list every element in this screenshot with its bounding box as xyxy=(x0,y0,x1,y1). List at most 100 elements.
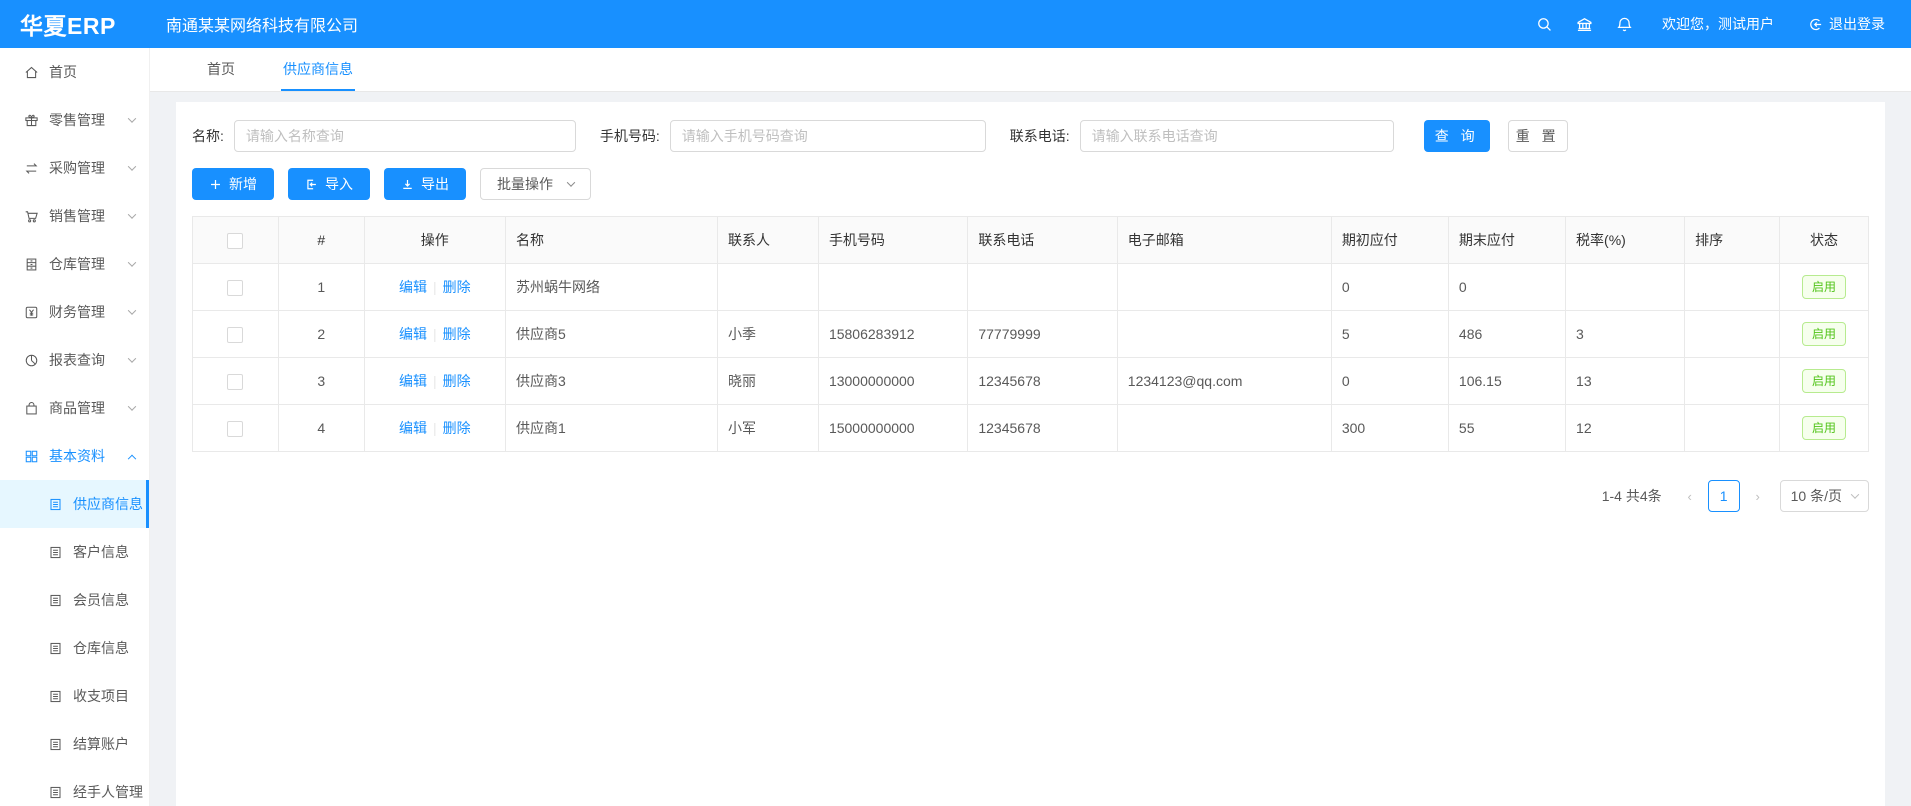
sidebar-subitem-label: 会员信息 xyxy=(73,590,129,610)
search-icon[interactable] xyxy=(1524,0,1564,48)
row-cell xyxy=(818,264,967,311)
sidebar-item-label: 仓库管理 xyxy=(49,254,105,274)
table-row: 1编辑|删除苏州蜗牛网络00启用 xyxy=(193,264,1869,311)
search-button[interactable]: 查 询 xyxy=(1424,120,1490,152)
bank-icon[interactable] xyxy=(1564,0,1604,48)
prev-page-button[interactable]: ‹ xyxy=(1676,481,1704,511)
table-row: 2编辑|删除供应商5小季158062839127777999954863启用 xyxy=(193,311,1869,358)
bag-icon xyxy=(24,401,39,416)
row-checkbox[interactable] xyxy=(227,374,243,390)
row-cell xyxy=(1117,264,1331,311)
header-actions: 欢迎您，测试用户 退出登录 xyxy=(1524,0,1911,48)
content-card: 名称: 手机号码: 联系电话: 查 询 重 置 新增 导入 xyxy=(176,102,1885,806)
delete-link[interactable]: 删除 xyxy=(443,326,471,342)
sidebar-item-home[interactable]: 首页 xyxy=(0,48,149,96)
chevron-down-icon xyxy=(128,114,136,122)
sidebar-subitem[interactable]: 结算账户 xyxy=(0,720,149,768)
sidebar-item-retail[interactable]: 零售管理 xyxy=(0,96,149,144)
edit-link[interactable]: 编辑 xyxy=(399,326,427,342)
edit-link[interactable]: 编辑 xyxy=(399,420,427,436)
action-divider: | xyxy=(433,279,437,295)
sidebar-item-sales[interactable]: 销售管理 xyxy=(0,192,149,240)
delete-link[interactable]: 删除 xyxy=(443,373,471,389)
pie-chart-icon xyxy=(24,353,39,368)
sidebar-item-reports[interactable]: 报表查询 xyxy=(0,336,149,384)
row-cell: 供应商1 xyxy=(505,405,717,452)
action-divider: | xyxy=(433,326,437,342)
reset-button[interactable]: 重 置 xyxy=(1508,120,1568,152)
sidebar-subitem[interactable]: 会员信息 xyxy=(0,576,149,624)
chevron-down-icon xyxy=(128,210,136,218)
row-cell: 1234123@qq.com xyxy=(1117,358,1331,405)
add-button[interactable]: 新增 xyxy=(192,168,274,200)
batch-actions-dropdown[interactable]: 批量操作 xyxy=(480,168,591,200)
gift-icon xyxy=(24,113,39,128)
plus-icon xyxy=(209,178,222,191)
page-number-1[interactable]: 1 xyxy=(1708,480,1740,512)
page-size-select[interactable]: 10 条/页 xyxy=(1780,480,1869,512)
row-cell xyxy=(1566,264,1685,311)
row-actions: 编辑|删除 xyxy=(364,405,505,452)
next-page-button[interactable]: › xyxy=(1744,481,1772,511)
row-checkbox[interactable] xyxy=(227,327,243,343)
row-checkbox[interactable] xyxy=(227,421,243,437)
sidebar-item-basic-data[interactable]: 基本资料 xyxy=(0,432,149,480)
col-end-payable: 期末应付 xyxy=(1448,217,1565,264)
document-icon xyxy=(48,593,63,608)
sidebar-item-products[interactable]: 商品管理 xyxy=(0,384,149,432)
col-contact: 联系人 xyxy=(717,217,818,264)
col-tel: 联系电话 xyxy=(968,217,1117,264)
row-cell: 15000000000 xyxy=(818,405,967,452)
row-cell: 13000000000 xyxy=(818,358,967,405)
sidebar-item-warehouse[interactable]: 仓库管理 xyxy=(0,240,149,288)
toolbar: 新增 导入 导出 批量操作 xyxy=(192,168,1869,200)
col-email: 电子邮箱 xyxy=(1117,217,1331,264)
sidebar-item-label: 财务管理 xyxy=(49,302,105,322)
row-cell: 供应商5 xyxy=(505,311,717,358)
row-cell: 供应商3 xyxy=(505,358,717,405)
import-button[interactable]: 导入 xyxy=(288,168,370,200)
delete-link[interactable]: 删除 xyxy=(443,279,471,295)
export-button[interactable]: 导出 xyxy=(384,168,466,200)
row-cell: 晓丽 xyxy=(717,358,818,405)
sidebar-subitem[interactable]: 供应商信息 xyxy=(0,480,149,528)
table-row: 3编辑|删除供应商3晓丽13000000000123456781234123@q… xyxy=(193,358,1869,405)
import-icon xyxy=(305,178,318,191)
name-filter-label: 名称: xyxy=(192,126,224,146)
sidebar-subitem[interactable]: 仓库信息 xyxy=(0,624,149,672)
col-tax-rate: 税率(%) xyxy=(1566,217,1685,264)
delete-link[interactable]: 删除 xyxy=(443,420,471,436)
row-cell xyxy=(1117,311,1331,358)
sidebar-subitem-label: 经手人管理 xyxy=(73,782,143,802)
sidebar-subitem[interactable]: 经手人管理 xyxy=(0,768,149,806)
row-checkbox[interactable] xyxy=(227,280,243,296)
mobile-filter-input[interactable] xyxy=(670,120,986,152)
select-all-checkbox[interactable] xyxy=(227,233,243,249)
table-row: 4编辑|删除供应商1小军15000000000123456783005512启用 xyxy=(193,405,1869,452)
sidebar-subitem[interactable]: 收支项目 xyxy=(0,672,149,720)
row-cell: 12345678 xyxy=(968,405,1117,452)
row-cell: 106.15 xyxy=(1448,358,1565,405)
tab-supplier-info[interactable]: 供应商信息 xyxy=(281,48,355,91)
edit-link[interactable]: 编辑 xyxy=(399,373,427,389)
edit-link[interactable]: 编辑 xyxy=(399,279,427,295)
row-actions: 编辑|删除 xyxy=(364,358,505,405)
sidebar-item-finance[interactable]: 财务管理 xyxy=(0,288,149,336)
document-icon xyxy=(48,545,63,560)
chevron-down-icon xyxy=(128,258,136,266)
chevron-down-icon xyxy=(567,178,575,186)
bell-icon[interactable] xyxy=(1604,0,1644,48)
sidebar-subitem-label: 收支项目 xyxy=(73,686,129,706)
sidebar-subitem[interactable]: 客户信息 xyxy=(0,528,149,576)
status-badge: 启用 xyxy=(1802,275,1846,299)
money-icon xyxy=(24,305,39,320)
row-cell: 77779999 xyxy=(968,311,1117,358)
row-cell: 55 xyxy=(1448,405,1565,452)
sidebar-item-purchase[interactable]: 采购管理 xyxy=(0,144,149,192)
tab-home[interactable]: 首页 xyxy=(205,48,237,91)
row-cell: 13 xyxy=(1566,358,1685,405)
sidebar-item-label: 商品管理 xyxy=(49,398,105,418)
name-filter-input[interactable] xyxy=(234,120,576,152)
logout-button[interactable]: 退出登录 xyxy=(1808,14,1885,34)
tel-filter-input[interactable] xyxy=(1080,120,1394,152)
